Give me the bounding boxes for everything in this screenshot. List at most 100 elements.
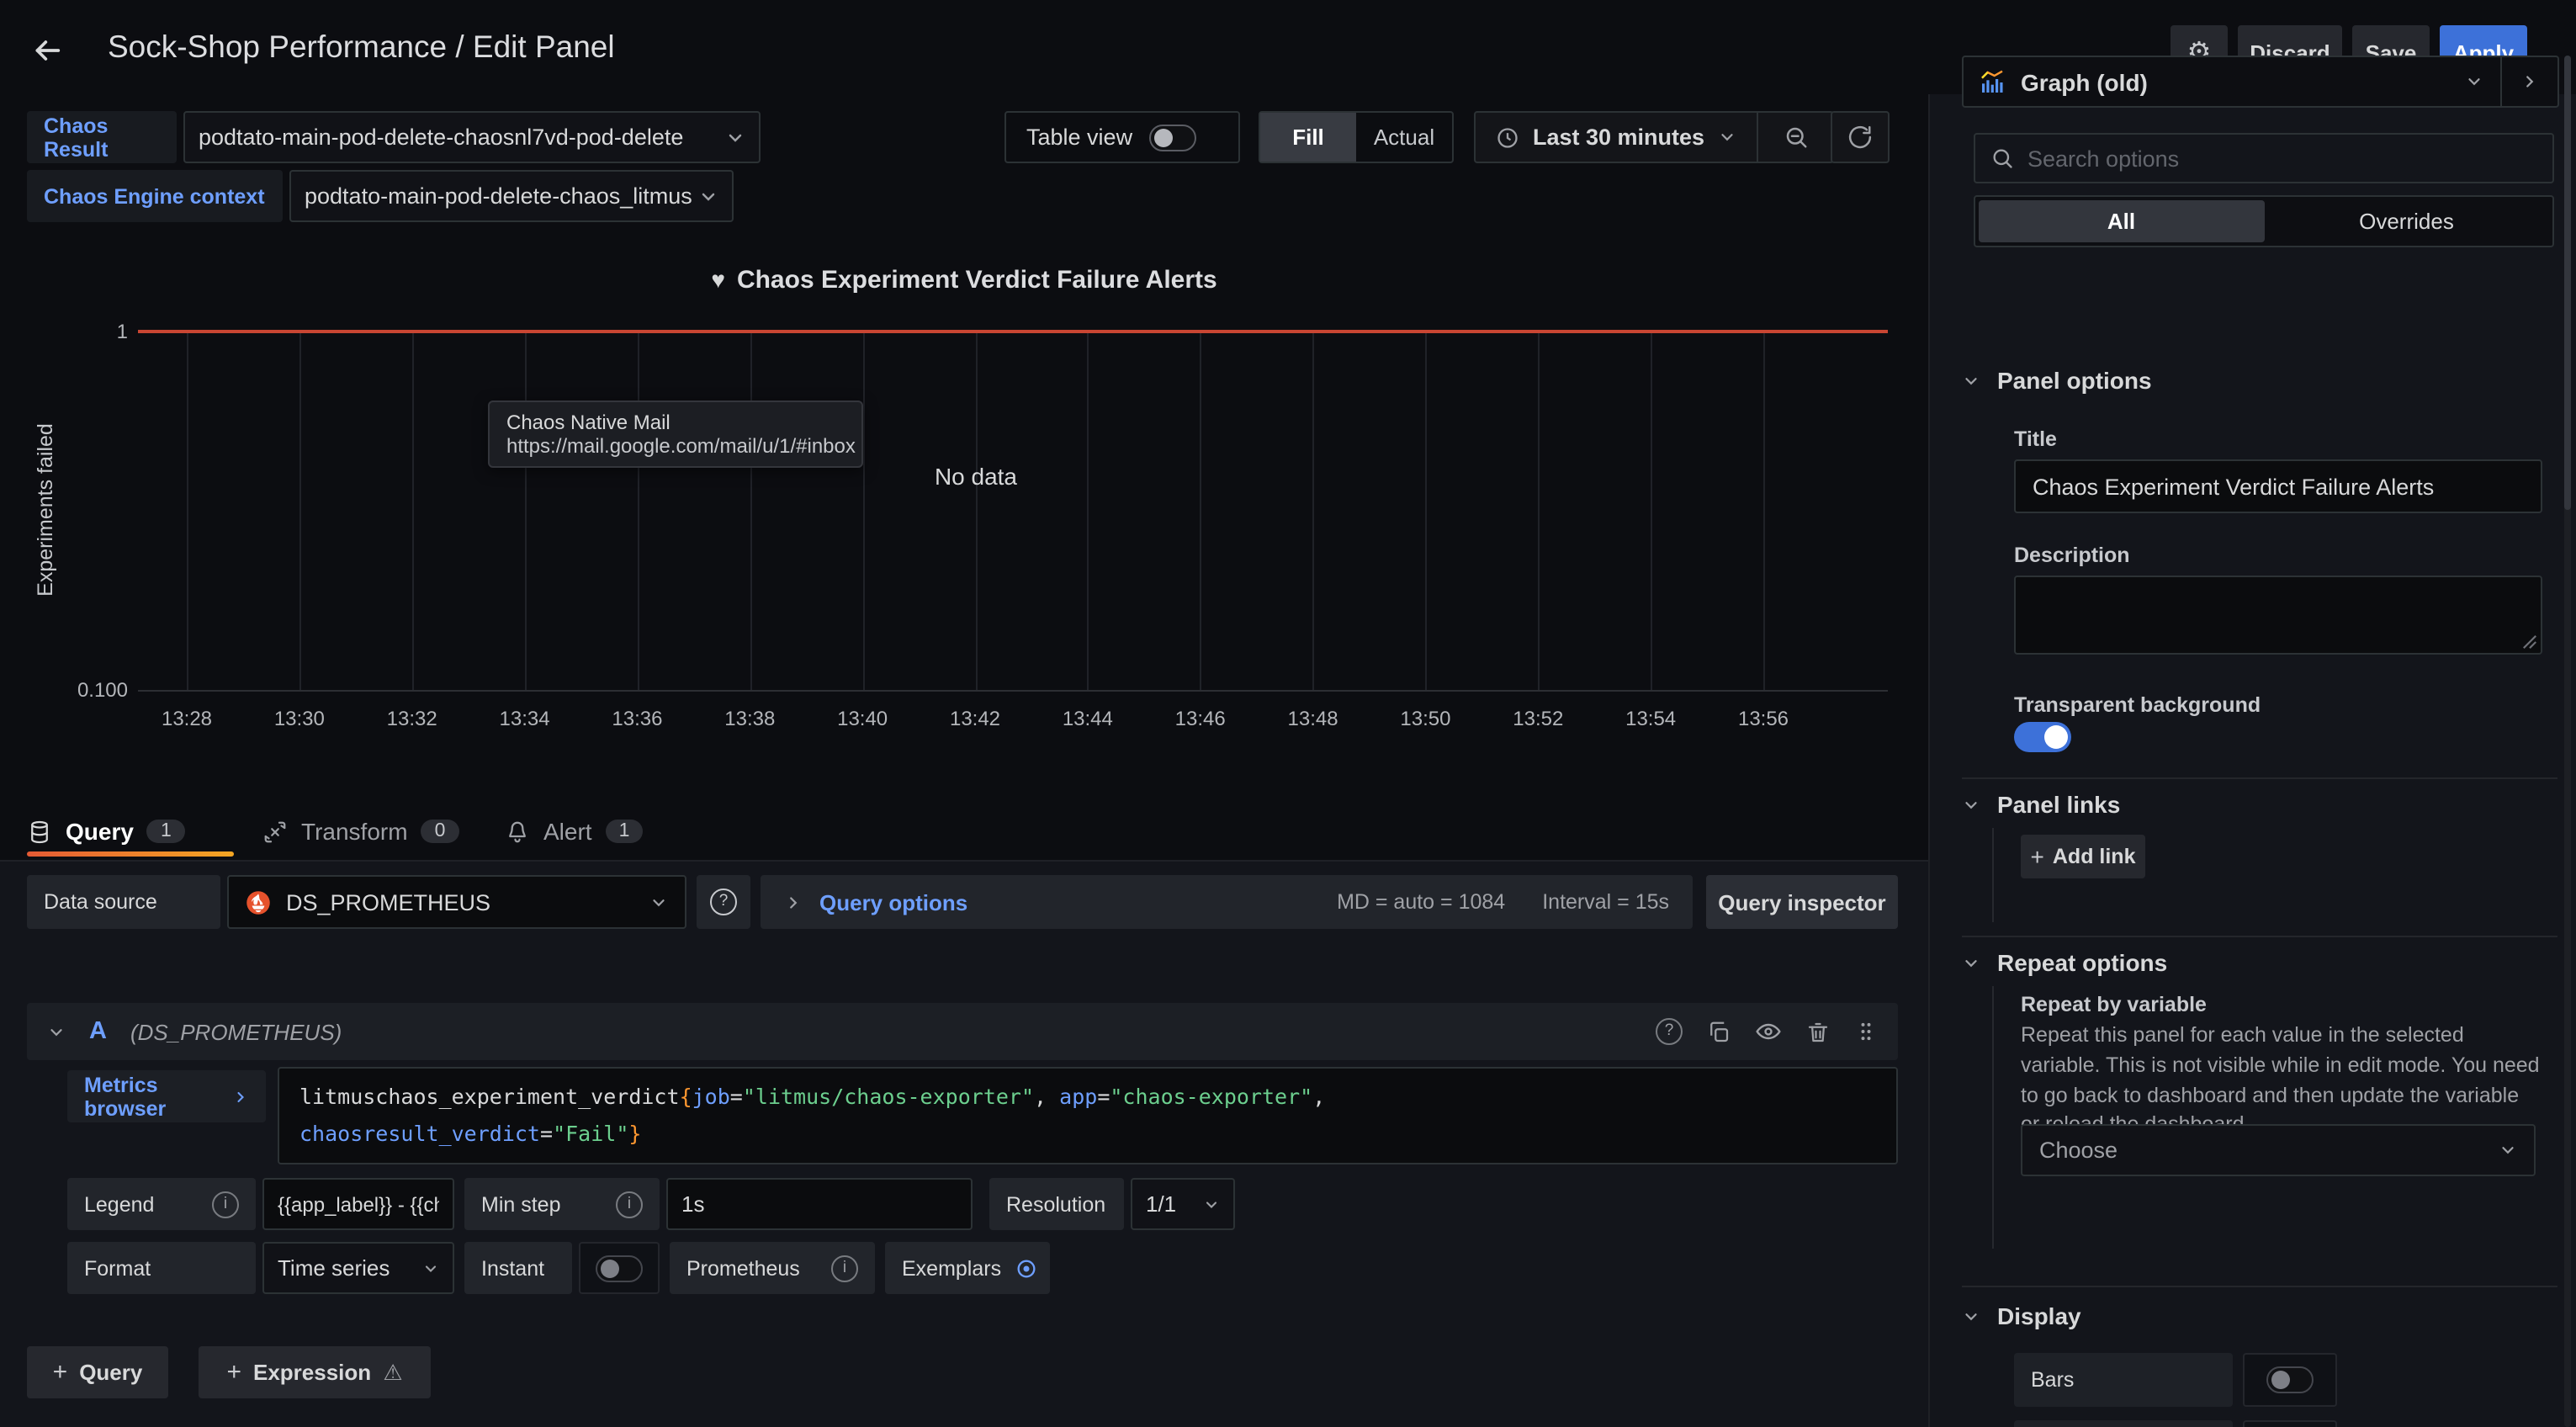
chart-plot[interactable]: 1 0.100 Experiments failed 13:2813:3013:… <box>0 94 1928 862</box>
x-axis-ticks: 13:2813:3013:3213:3413:3613:3813:4013:42… <box>0 707 1928 734</box>
tab-transform[interactable]: Transform 0 <box>262 808 458 855</box>
duplicate-query-button[interactable] <box>1706 1019 1731 1044</box>
x-tick-label: 13:44 <box>1063 707 1113 730</box>
tab-label: Alert <box>543 818 592 845</box>
add-link-button[interactable]: + Add link <box>2021 835 2145 878</box>
instant-toggle[interactable] <box>596 1255 643 1281</box>
resolution-label: Resolution <box>989 1178 1124 1230</box>
section-title: Display <box>1997 1302 2081 1329</box>
delete-query-button[interactable] <box>1805 1019 1831 1044</box>
resolution-value: 1/1 <box>1146 1191 1176 1217</box>
drag-handle[interactable] <box>1854 1018 1878 1045</box>
tab-overrides[interactable]: Overrides <box>2264 200 2549 242</box>
tab-badge: 1 <box>147 820 185 843</box>
chevron-right-icon <box>784 893 803 911</box>
promql-token-brace: { <box>680 1084 692 1109</box>
description-field[interactable] <box>2033 587 2524 643</box>
section-title: Panel links <box>1997 791 2120 818</box>
instant-toggle-box <box>579 1242 660 1294</box>
datasource-help-button[interactable]: ? <box>697 875 750 929</box>
y-tick-0100: 0.100 <box>50 678 128 702</box>
x-tick-label: 13:36 <box>612 707 662 730</box>
page-title: Sock-Shop Performance / Edit Panel <box>108 29 615 66</box>
promql-token-label: chaosresult_verdict <box>299 1121 540 1146</box>
collapse-chevron-icon[interactable] <box>47 1022 66 1041</box>
x-tick-label: 13:52 <box>1513 707 1563 730</box>
tab-alert[interactable]: Alert 1 <box>505 808 643 855</box>
scrollbar-thumb[interactable] <box>2564 56 2571 510</box>
add-query-button[interactable]: + Query <box>27 1346 168 1398</box>
grafana-edit-panel: Sock-Shop Performance / Edit Panel ⚙ Dis… <box>0 0 2576 1427</box>
tooltip-url[interactable]: https://mail.google.com/mail/u/1/#inbox <box>506 434 845 458</box>
search-icon <box>1990 146 2014 170</box>
promql-token-metric: litmuschaos_experiment_verdict <box>299 1084 680 1109</box>
resolution-select[interactable]: 1/1 <box>1131 1178 1235 1230</box>
datasource-select[interactable]: DS_PROMETHEUS <box>227 875 686 929</box>
tab-all[interactable]: All <box>1979 200 2264 242</box>
chevron-down-icon <box>1962 1307 1980 1325</box>
trash-icon <box>1805 1019 1831 1044</box>
description-label: Description <box>2014 544 2130 567</box>
resize-handle-icon[interactable] <box>2522 634 2537 650</box>
promql-editor[interactable]: litmuschaos_experiment_verdict{job="litm… <box>278 1067 1898 1164</box>
x-axis-line <box>138 690 1888 692</box>
transparent-bg-toggle[interactable] <box>2014 722 2071 752</box>
prometheus-label-text: Prometheus <box>686 1256 800 1280</box>
options-tabs: All Overrides <box>1974 195 2554 247</box>
promql-token-label: job <box>692 1084 730 1109</box>
metrics-browser-button[interactable]: Metrics browser <box>67 1070 266 1122</box>
gridline <box>1763 332 1765 690</box>
legend-label: Legend i <box>67 1178 256 1230</box>
chevron-down-icon <box>2448 72 2500 91</box>
repeat-variable-select[interactable]: Choose <box>2021 1124 2536 1176</box>
section-display[interactable]: Display <box>1962 1302 2081 1329</box>
query-row-header[interactable]: A (DS_PROMETHEUS) ? <box>27 1003 1898 1060</box>
title-input[interactable] <box>2014 459 2542 513</box>
toggle-visibility-button[interactable] <box>1755 1018 1782 1045</box>
visualization-picker[interactable]: Graph (old) <box>1962 56 2559 108</box>
datasource-label: Data source <box>27 875 220 929</box>
tab-label: Transform <box>301 818 408 845</box>
choose-placeholder: Choose <box>2039 1138 2118 1163</box>
bars-toggle[interactable] <box>2266 1366 2314 1393</box>
section-title: Panel options <box>1997 367 2152 394</box>
format-select[interactable]: Time series <box>262 1242 454 1294</box>
gridline <box>1313 332 1315 690</box>
plus-icon: + <box>2031 843 2044 870</box>
min-step-input[interactable] <box>666 1178 973 1230</box>
query-options-bar[interactable]: Query options MD = auto = 1084 Interval … <box>761 875 1693 929</box>
tab-badge: 0 <box>421 820 459 843</box>
x-tick-label: 13:50 <box>1400 707 1450 730</box>
plus-icon: + <box>53 1358 68 1387</box>
min-step-input-field[interactable] <box>681 1191 957 1217</box>
options-scrollbar[interactable] <box>2564 56 2571 1427</box>
x-tick-label: 13:34 <box>500 707 550 730</box>
query-section: Data source DS_PROMETHEUS ? Query option… <box>0 862 1928 1427</box>
x-tick-label: 13:38 <box>724 707 775 730</box>
section-repeat-options[interactable]: Repeat options <box>1962 949 2167 976</box>
search-options-box[interactable] <box>1974 133 2554 183</box>
title-input-field[interactable] <box>2033 474 2524 499</box>
add-expression-button[interactable]: + Expression ⚠ <box>199 1346 431 1398</box>
toggle-viz-pane-button[interactable] <box>2502 72 2557 91</box>
transform-icon <box>262 819 288 844</box>
display-row-partial-toggle <box>2243 1420 2337 1427</box>
copy-icon <box>1706 1019 1731 1044</box>
legend-input-field[interactable] <box>278 1192 439 1216</box>
x-tick-label: 13:56 <box>1738 707 1789 730</box>
legend-input[interactable] <box>262 1178 454 1230</box>
section-panel-options[interactable]: Panel options <box>1962 367 2152 394</box>
y-axis-label: Experiments failed <box>34 392 57 628</box>
back-button[interactable] <box>24 27 71 74</box>
search-options-input[interactable] <box>2027 146 2537 171</box>
exemplars-target-icon[interactable] <box>1015 1256 1038 1280</box>
description-textarea[interactable] <box>2014 576 2542 655</box>
chevron-down-icon <box>649 893 668 911</box>
visualization-name: Graph (old) <box>2021 68 2148 95</box>
chevron-down-icon <box>1962 371 1980 390</box>
section-panel-links[interactable]: Panel links <box>1962 791 2120 818</box>
query-inspector-button[interactable]: Query inspector <box>1706 875 1898 929</box>
tab-query[interactable]: Query 1 <box>27 808 185 855</box>
add-expression-label: Expression <box>253 1360 371 1385</box>
query-help-button[interactable]: ? <box>1656 1018 1683 1045</box>
